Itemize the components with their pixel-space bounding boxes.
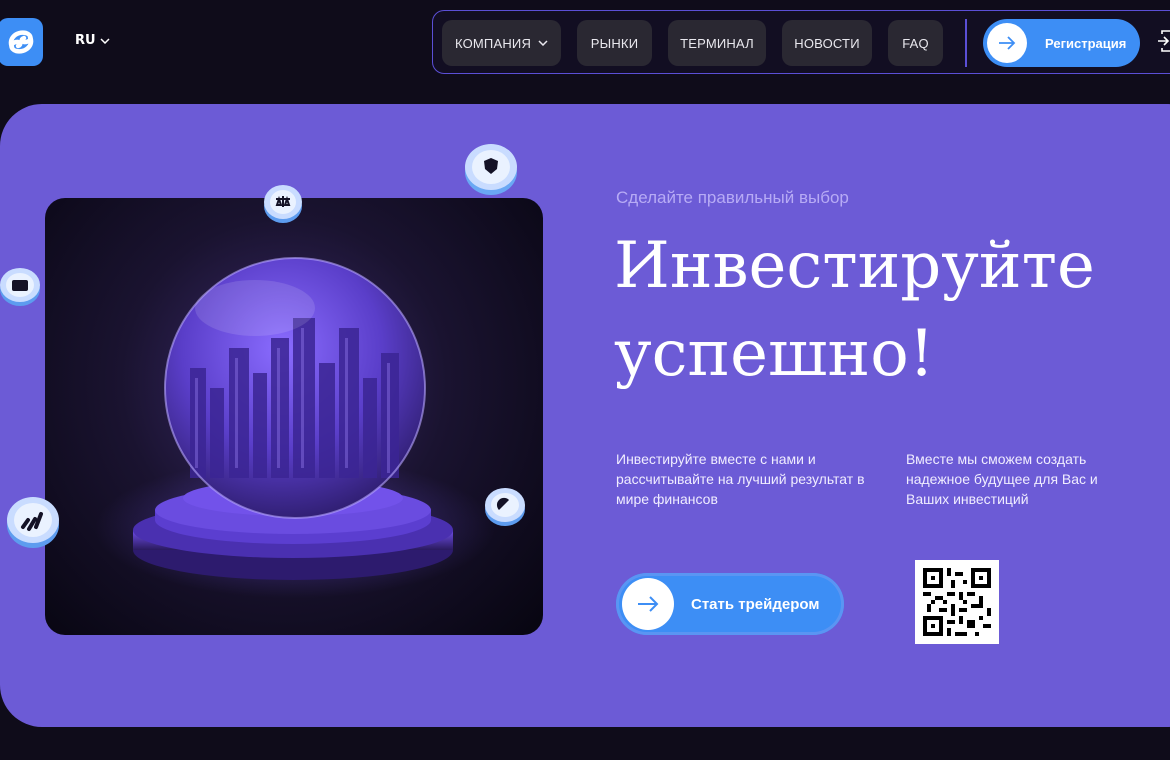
hero-eyebrow: Сделайте правильный выбор [616, 188, 849, 207]
language-label: RU [75, 33, 96, 48]
floating-coin [0, 266, 42, 312]
cta-label: Стать трейдером [691, 595, 820, 613]
shield-coin-icon [465, 144, 517, 195]
register-button[interactable]: Регистрация [983, 19, 1140, 67]
hero-image [45, 198, 543, 635]
scales-coin-icon [264, 185, 302, 223]
crystal-ball-city-illustration [95, 257, 495, 598]
nav-news[interactable]: НОВОСТИ [782, 20, 872, 66]
floating-coin [262, 183, 304, 229]
chart-coin-icon [7, 497, 59, 548]
floating-coin [462, 141, 520, 201]
nav-company[interactable]: КОМПАНИЯ [442, 20, 561, 66]
login-icon [1158, 30, 1170, 52]
qr-code[interactable] [915, 560, 999, 644]
login-button[interactable] [1158, 30, 1170, 56]
nav-news-label: НОВОСТИ [794, 35, 860, 51]
nav-faq[interactable]: FAQ [888, 20, 943, 66]
hero-description-left: Инвестируйте вместе с нами и рассчитывай… [616, 451, 865, 507]
cta-arrow-circle [622, 578, 674, 630]
qr-code-image [923, 568, 991, 636]
register-arrow-circle [987, 23, 1027, 63]
pie-coin-icon [485, 488, 525, 526]
nav-terminal-label: ТЕРМИНАЛ [680, 35, 754, 51]
become-trader-button[interactable]: Стать трейдером [616, 573, 844, 635]
floating-coin [4, 494, 62, 554]
arrow-right-icon [999, 36, 1016, 50]
wallet-coin-icon [0, 268, 40, 306]
main-nav: КОМПАНИЯ РЫНКИ ТЕРМИНАЛ НОВОСТИ FAQ Реги… [432, 10, 1170, 74]
floating-coin [483, 486, 527, 532]
swirl-logo-icon [8, 30, 33, 54]
nav-faq-label: FAQ [902, 35, 929, 51]
register-label: Регистрация [1045, 35, 1127, 51]
language-selector[interactable]: RU [75, 33, 110, 48]
hero-description-right: Вместе мы сможем создать надежное будуще… [906, 451, 1098, 507]
hero-headline: Инвестируйте успешно! [614, 229, 1095, 391]
nav-divider [965, 19, 967, 67]
nav-terminal[interactable]: ТЕРМИНАЛ [668, 20, 766, 66]
chevron-down-icon [100, 37, 110, 44]
arrow-right-icon [638, 596, 659, 612]
chevron-down-icon [538, 40, 548, 46]
nav-markets-label: РЫНКИ [590, 35, 639, 51]
nav-company-label: КОМПАНИЯ [454, 35, 532, 51]
nav-markets[interactable]: РЫНКИ [577, 20, 652, 66]
logo[interactable] [0, 18, 43, 66]
